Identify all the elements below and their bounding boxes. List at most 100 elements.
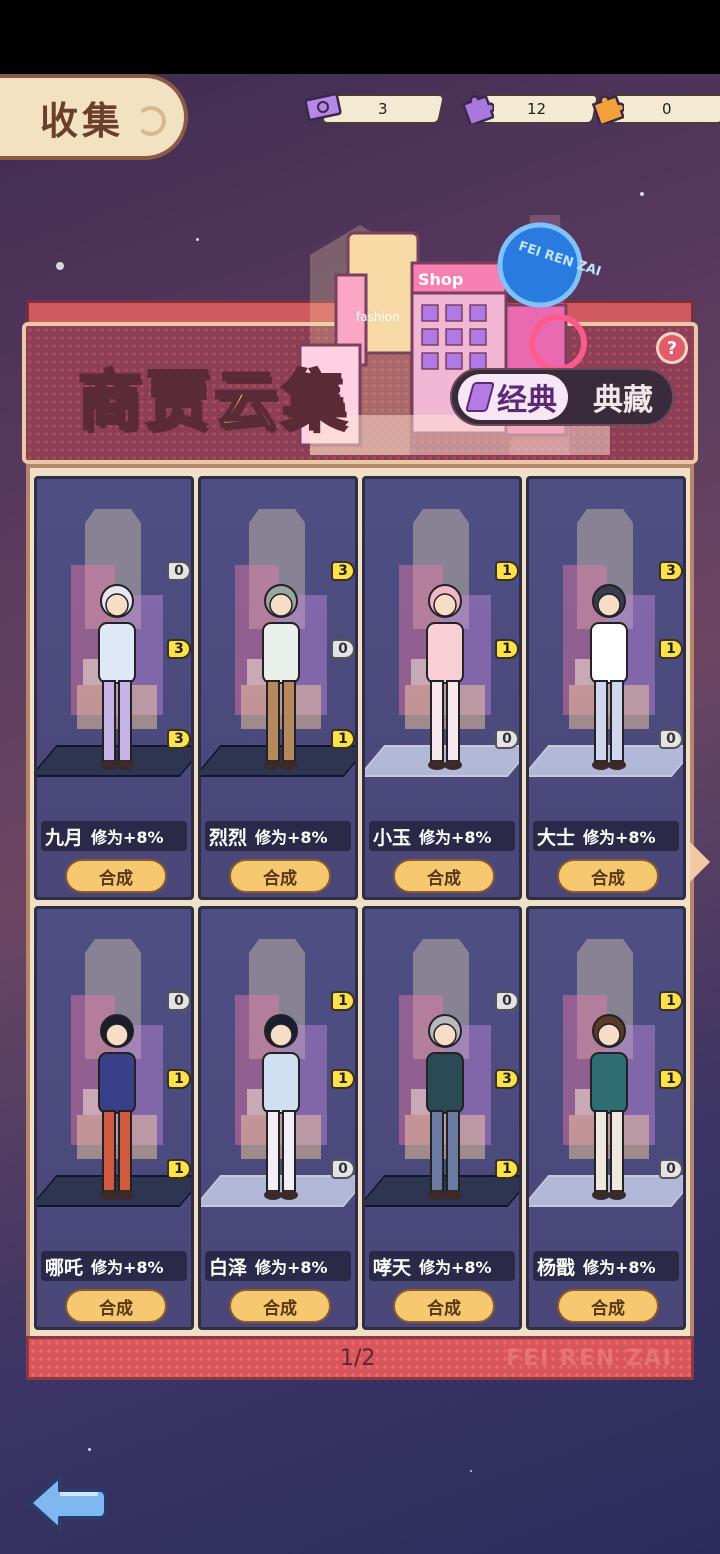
star-decoration <box>470 1470 472 1472</box>
character-name-bar: 小玉 修为+8% <box>369 821 515 851</box>
currency-purple-puzzle: 12 <box>458 94 600 124</box>
tab-switch: 经典 典藏 <box>450 368 674 426</box>
fragment-count-badge: 1 <box>331 1069 355 1089</box>
fragment-count-badge: 1 <box>659 639 683 659</box>
fragment-count-badge: 1 <box>495 1159 519 1179</box>
fashion-sign: fashion <box>356 310 400 324</box>
character-name: 白泽 <box>209 1256 248 1279</box>
character-bonus: 修为+8% <box>91 1258 164 1277</box>
character-bonus: 修为+8% <box>583 1258 656 1277</box>
fragment-count-badge: 1 <box>495 561 519 581</box>
character-bonus: 修为+8% <box>583 828 656 847</box>
combine-button[interactable]: 合成 <box>229 1289 331 1323</box>
banner-title: 商贾云集 <box>77 364 350 441</box>
character-figure <box>262 584 300 770</box>
page-title: 收集 <box>0 74 188 160</box>
combine-button[interactable]: 合成 <box>65 1289 167 1323</box>
status-bar <box>0 0 720 74</box>
character-figure <box>262 1014 300 1200</box>
combine-button[interactable]: 合成 <box>557 1289 659 1323</box>
character-figure <box>426 584 464 770</box>
star-decoration <box>88 1448 91 1451</box>
character-card[interactable]: 0 1 1 哪吒 修为+8% 合成 <box>34 906 194 1330</box>
character-name: 哮天 <box>373 1256 412 1279</box>
tab-collection[interactable]: 典藏 <box>578 374 668 420</box>
character-bonus: 修为+8% <box>419 1258 492 1277</box>
page-title-text: 收集 <box>40 98 125 143</box>
combine-button[interactable]: 合成 <box>229 859 331 893</box>
fragment-count-badge: 3 <box>659 561 683 581</box>
character-name-bar: 白泽 修为+8% <box>205 1251 351 1281</box>
character-name: 小玉 <box>373 826 412 849</box>
star-decoration <box>640 192 644 196</box>
combine-button[interactable]: 合成 <box>65 859 167 893</box>
character-name-bar: 杨戬 修为+8% <box>533 1251 679 1281</box>
fragment-count-badge: 1 <box>495 639 519 659</box>
character-name-bar: 哮天 修为+8% <box>369 1251 515 1281</box>
character-name-bar: 哪吒 修为+8% <box>41 1251 187 1281</box>
character-figure <box>426 1014 464 1200</box>
character-name: 烈烈 <box>209 826 248 849</box>
ticket-icon <box>304 88 342 126</box>
fragment-count-badge: 3 <box>167 729 191 749</box>
character-card[interactable]: 1 1 0 白泽 修为+8% 合成 <box>198 906 358 1330</box>
character-figure <box>98 584 136 770</box>
fragment-count-badge: 0 <box>167 991 191 1011</box>
fragment-count-badge: 3 <box>331 561 355 581</box>
card-icon <box>464 382 496 412</box>
character-figure <box>98 1014 136 1200</box>
character-card[interactable]: 0 3 3 九月 修为+8% 合成 <box>34 476 194 900</box>
fragment-count-badge: 1 <box>167 1159 191 1179</box>
combine-button[interactable]: 合成 <box>557 859 659 893</box>
help-button[interactable]: ? <box>656 332 688 364</box>
orange-puzzle-icon <box>588 88 626 126</box>
fragment-count-badge: 0 <box>659 1159 683 1179</box>
combine-button[interactable]: 合成 <box>393 859 495 893</box>
character-name: 哪吒 <box>45 1256 84 1279</box>
character-name-bar: 大士 修为+8% <box>533 821 679 851</box>
character-card[interactable]: 1 1 0 杨戬 修为+8% 合成 <box>526 906 686 1330</box>
brand-watermark: FEI REN ZAI <box>506 1346 674 1371</box>
character-card[interactable]: 3 0 1 烈烈 修为+8% 合成 <box>198 476 358 900</box>
fragment-count-badge: 0 <box>331 639 355 659</box>
star-decoration <box>56 262 64 270</box>
character-figure <box>590 584 628 770</box>
fragment-count-badge: 3 <box>167 639 191 659</box>
purple-puzzle-icon <box>458 88 496 126</box>
tab-classic[interactable]: 经典 <box>458 374 568 420</box>
fragment-count-badge: 1 <box>659 1069 683 1089</box>
character-card[interactable]: 1 1 0 小玉 修为+8% 合成 <box>362 476 522 900</box>
currency-orange-puzzle: 0 <box>588 94 720 124</box>
character-card[interactable]: 0 3 1 哮天 修为+8% 合成 <box>362 906 522 1330</box>
character-figure <box>590 1014 628 1200</box>
next-page-arrow[interactable] <box>690 842 710 882</box>
character-bonus: 修为+8% <box>91 828 164 847</box>
fragment-count-badge: 0 <box>495 729 519 749</box>
shop-sign: Shop <box>418 270 463 289</box>
fragment-count-badge: 0 <box>495 991 519 1011</box>
fragment-count-badge: 3 <box>495 1069 519 1089</box>
character-name: 大士 <box>537 826 576 849</box>
character-bonus: 修为+8% <box>255 828 328 847</box>
currency-ticket: 3 <box>304 93 446 124</box>
character-bonus: 修为+8% <box>419 828 492 847</box>
character-name-bar: 烈烈 修为+8% <box>205 821 351 851</box>
character-name: 杨戬 <box>537 1256 576 1279</box>
fragment-count-badge: 1 <box>659 991 683 1011</box>
character-name: 九月 <box>45 826 84 849</box>
currency-value: 12 <box>527 100 547 118</box>
page-indicator: 1/2 <box>340 1346 376 1371</box>
tab-classic-label: 经典 <box>497 383 557 418</box>
star-decoration <box>196 238 199 241</box>
fragment-count-badge: 0 <box>331 1159 355 1179</box>
fragment-count-badge: 0 <box>167 561 191 581</box>
character-card[interactable]: 3 1 0 大士 修为+8% 合成 <box>526 476 686 900</box>
fragment-count-badge: 1 <box>331 729 355 749</box>
back-button[interactable] <box>26 1470 108 1536</box>
character-bonus: 修为+8% <box>255 1258 328 1277</box>
character-name-bar: 九月 修为+8% <box>41 821 187 851</box>
fragment-count-badge: 0 <box>659 729 683 749</box>
combine-button[interactable]: 合成 <box>393 1289 495 1323</box>
currency-value: 0 <box>662 100 672 118</box>
swirl-icon <box>136 106 166 136</box>
